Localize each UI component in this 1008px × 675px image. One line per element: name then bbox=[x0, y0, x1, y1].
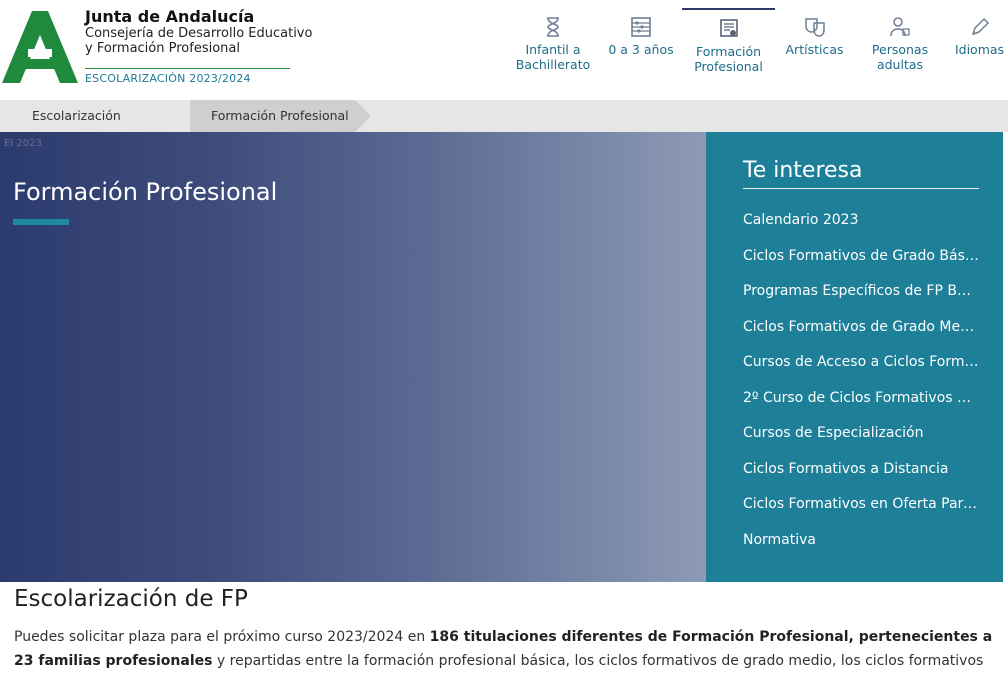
hourglass-icon bbox=[547, 17, 559, 37]
nav-personas-adultas[interactable]: Personas adultas bbox=[860, 8, 940, 100]
te-interesa-divider bbox=[743, 188, 979, 189]
intro-text-start: Puedes solicitar plaza para el próximo c… bbox=[14, 629, 430, 645]
link-calendario[interactable]: Calendario 2023 bbox=[743, 206, 979, 242]
brand-block: Junta de Andalucía Consejería de Desarro… bbox=[85, 7, 312, 85]
te-interesa-title: Te interesa bbox=[743, 158, 863, 183]
te-interesa-links: Calendario 2023 Ciclos Formativos de Gra… bbox=[743, 206, 979, 561]
link-grado-basico[interactable]: Ciclos Formativos de Grado Básico bbox=[743, 242, 979, 278]
link-normativa[interactable]: Normativa bbox=[743, 526, 979, 562]
link-cursos-acceso[interactable]: Cursos de Acceso a Ciclos Formativos bbox=[743, 348, 979, 384]
nav-infantil-bachillerato[interactable]: Infantil a Bachillerato bbox=[505, 8, 601, 100]
theater-masks-icon bbox=[804, 18, 825, 37]
abacus-icon bbox=[631, 17, 651, 37]
nav-label-3a: Formación bbox=[695, 44, 762, 59]
page-edge bbox=[1003, 132, 1008, 582]
intro-paragraph: Puedes solicitar plaza para el próximo c… bbox=[14, 625, 994, 675]
site-header: Junta de Andalucía Consejería de Desarro… bbox=[0, 0, 1008, 100]
nav-label-4: Artísticas bbox=[785, 42, 844, 57]
section-heading: Escolarización de FP bbox=[14, 586, 248, 612]
nav-formacion-profesional[interactable]: Formación Profesional bbox=[682, 8, 775, 100]
te-interesa-panel: Te interesa Calendario 2023 Ciclos Forma… bbox=[706, 132, 1003, 582]
nav-idiomas[interactable]: Idiomas bbox=[951, 8, 1008, 100]
link-distancia[interactable]: Ciclos Formativos a Distancia bbox=[743, 455, 979, 491]
brand-subtitle: ESCOLARIZACIÓN 2023/2024 bbox=[85, 72, 251, 85]
link-grado-medio[interactable]: Ciclos Formativos de Grado Medio bbox=[743, 313, 979, 349]
link-segundo-curso[interactable]: 2º Curso de Ciclos Formativos de Grado S… bbox=[743, 384, 979, 420]
brand-divider bbox=[85, 68, 290, 69]
pen-icon bbox=[971, 17, 989, 36]
hero-banner: EI 2023 Formación Profesional bbox=[0, 132, 706, 582]
nav-label-3b: Profesional bbox=[694, 59, 763, 74]
certificate-icon bbox=[719, 19, 738, 37]
breadcrumb: Escolarización 2023/2024 Formación Profe… bbox=[0, 100, 1008, 155]
breadcrumb-current-label: Formación Profesional bbox=[211, 108, 349, 123]
link-especializacion[interactable]: Cursos de Especialización bbox=[743, 419, 979, 455]
breadcrumb-item-escolarizacion[interactable]: Escolarización 2023/2024 bbox=[0, 100, 190, 155]
dept-name-line1: Consejería de Desarrollo Educativo bbox=[85, 26, 313, 41]
hero-ghost-text: EI 2023 bbox=[4, 138, 42, 149]
nav-0-3-anos[interactable]: 0 a 3 años bbox=[601, 8, 681, 100]
nav-artisticas[interactable]: Artísticas bbox=[777, 8, 852, 100]
breadcrumb-item-current: Formación Profesional bbox=[190, 100, 355, 155]
nav-label-1b: Bachillerato bbox=[515, 57, 591, 72]
nav-label-6: Idiomas bbox=[954, 42, 1005, 57]
nav-label-5a: Personas bbox=[871, 42, 929, 57]
link-programas-especificos[interactable]: Programas Específicos de FP Básica bbox=[743, 277, 979, 313]
junta-andalucia-logo[interactable] bbox=[2, 11, 78, 83]
org-name: Junta de Andalucía bbox=[85, 7, 255, 26]
breadcrumb-end-chevron bbox=[355, 100, 371, 132]
main-content: Escolarización de FP Puedes solicitar pl… bbox=[14, 583, 994, 675]
adult-person-icon bbox=[890, 17, 910, 37]
link-oferta-parcial[interactable]: Ciclos Formativos en Oferta Parcial bbox=[743, 490, 979, 526]
nav-label-5b: adultas bbox=[876, 57, 924, 72]
nav-label-2: 0 a 3 años bbox=[608, 42, 674, 57]
title-accent-bar bbox=[13, 219, 69, 225]
page-title: Formación Profesional bbox=[13, 178, 278, 206]
nav-label-1a: Infantil a bbox=[525, 42, 581, 57]
dept-name-line2: y Formación Profesional bbox=[85, 41, 240, 56]
